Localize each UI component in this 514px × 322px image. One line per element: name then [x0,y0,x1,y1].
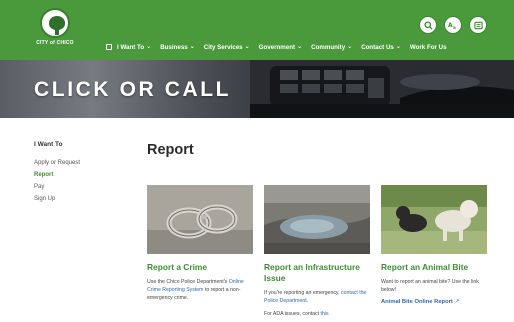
nav-label: Community [311,43,346,51]
chevron-down-icon: ⌄ [297,43,303,50]
nav-i-want-to[interactable]: I Want To ⌄ [106,44,151,51]
chevron-down-icon: ⌄ [189,43,195,50]
nav-label: I Want To [117,43,145,51]
desk-phone-image [250,60,514,118]
card-report-animal-bite: Report an Animal Bite Want to report an … [381,185,487,305]
card-text-ada: For ADA issues, contact this [264,311,329,317]
card-text: Use the Chico Police Department's Online… [147,279,244,301]
svg-text:a: a [453,24,456,29]
chevron-down-icon: ⌄ [146,43,152,50]
city-logo[interactable]: CITY of CHICO [36,8,74,52]
square-icon [106,44,112,50]
pothole-image[interactable] [264,185,370,254]
animal-bite-report-link[interactable]: Animal Bite Online Report ↗ [381,299,487,305]
hero-title: CLICK OR CALL [34,78,232,101]
menu-grid-button[interactable] [469,16,487,34]
nav-label: Contact Us [361,43,394,51]
nav-city-services[interactable]: City Services ⌄ [204,44,250,51]
search-button[interactable] [419,16,437,34]
nav-business[interactable]: Business ⌄ [160,44,195,51]
chevron-down-icon: ⌄ [395,43,401,50]
handcuffs-image[interactable] [147,185,253,254]
card-text: Want to report an animal bite? Use the l… [381,279,479,293]
sidebar: I Want To Apply or Request Report Pay Si… [34,141,124,208]
sidebar-item-report[interactable]: Report [34,172,124,178]
chevron-down-icon: ⌄ [244,43,250,50]
chevron-down-icon: ⌄ [347,43,353,50]
sidebar-item-apply-or-request[interactable]: Apply or Request [34,160,124,166]
nav-work-for-us[interactable]: Work For Us [410,44,447,51]
page-title: Report [147,142,194,158]
nav-label: Business [160,43,188,51]
main-nav: I Want To ⌄ Business ⌄ City Services ⌄ G… [106,41,447,53]
translate-button[interactable]: A a [444,16,462,34]
sidebar-item-pay[interactable]: Pay [34,184,124,190]
site-header: CITY of CHICO I Want To ⌄ Business ⌄ Cit… [0,0,514,60]
external-link-icon: ↗ [454,299,460,305]
sidebar-heading: I Want To [34,141,63,148]
nav-contact-us[interactable]: Contact Us ⌄ [361,44,401,51]
translate-icon: A a [448,23,456,30]
ada-contact-link[interactable]: this [321,311,329,317]
logo-text: CITY of CHICO [36,40,74,46]
nav-community[interactable]: Community ⌄ [311,44,352,51]
search-icon [423,20,433,30]
sidebar-item-sign-up[interactable]: Sign Up [34,196,124,202]
dogs-image[interactable] [381,185,487,254]
card-title[interactable]: Report a Crime [147,262,253,273]
nav-label: Government [258,43,296,51]
grid-icon [473,21,483,29]
card-text: If you're reporting an emergency, contac… [264,290,367,304]
card-report-infrastructure: Report an Infrastructure Issue If you're… [264,185,370,318]
nav-government[interactable]: Government ⌄ [259,44,302,51]
card-title[interactable]: Report an Infrastructure Issue [264,262,370,284]
card-report-crime: Report a Crime Use the Chico Police Depa… [147,185,253,302]
tree-logo-icon [40,8,70,38]
card-title[interactable]: Report an Animal Bite [381,262,487,273]
nav-label: City Services [203,43,243,51]
hero-banner: CLICK OR CALL [0,60,514,118]
nav-label: Work For Us [409,43,447,51]
